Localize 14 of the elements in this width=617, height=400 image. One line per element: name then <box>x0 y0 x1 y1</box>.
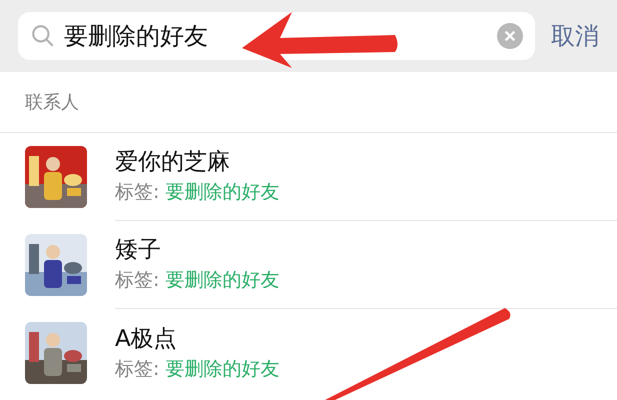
search-icon <box>30 23 56 49</box>
contact-row[interactable]: 爱你的芝麻 标签: 要删除的好友 <box>0 133 617 221</box>
contact-tag: 标签: 要删除的好友 <box>115 181 617 205</box>
cancel-button[interactable]: 取消 <box>551 18 599 54</box>
search-field[interactable]: 要删除的好友 <box>64 18 489 54</box>
clear-icon[interactable] <box>497 23 523 49</box>
contact-name: 爱你的芝麻 <box>115 148 231 177</box>
contact-name: A极点 <box>115 324 178 354</box>
contact-name: 矮子 <box>115 236 162 265</box>
contact-tag: 标签: 要删除的好友 <box>115 269 617 293</box>
contact-row[interactable]: 矮子 标签: 要删除的好友 <box>0 221 617 309</box>
contact-tag: 标签: 要删除的好友 <box>115 358 617 382</box>
section-title: 联系人 <box>25 90 79 114</box>
contact-row[interactable]: A极点 标签: 要删除的好友 <box>0 309 617 397</box>
